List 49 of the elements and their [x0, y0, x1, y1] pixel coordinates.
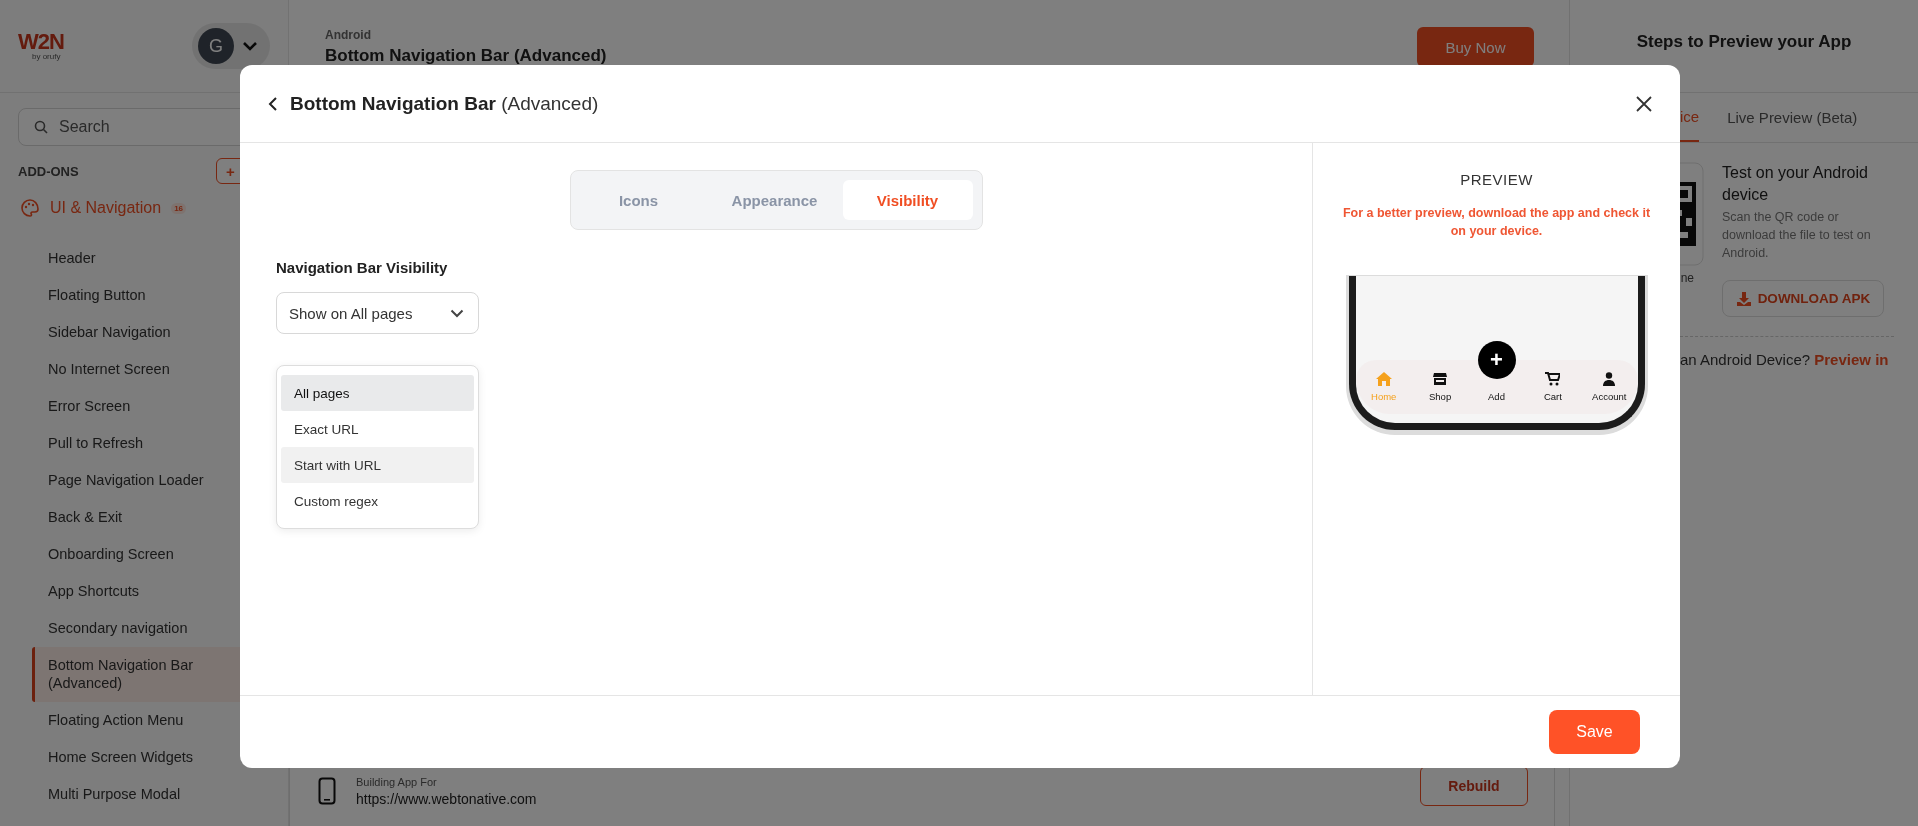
dropdown-option[interactable]: All pages — [281, 375, 474, 411]
cart-icon — [1545, 372, 1561, 386]
palette-icon — [20, 198, 40, 218]
field-label: Navigation Bar Visibility — [276, 259, 449, 276]
rebuild-button[interactable]: Rebuild — [1420, 766, 1528, 806]
phone-icon — [318, 777, 336, 805]
avatar: G — [198, 28, 234, 64]
panel-title: Steps to Preview your App — [1636, 32, 1852, 52]
qr-caption: ne — [1680, 271, 1694, 285]
count-badge: 16 — [171, 202, 187, 214]
nav-label[interactable]: Shop — [1429, 391, 1452, 402]
chevron-down-icon — [450, 308, 464, 318]
tab[interactable]: Icons — [570, 180, 707, 220]
close-icon[interactable] — [1636, 95, 1652, 112]
tab[interactable]: Appearance — [706, 180, 843, 220]
person-icon — [1603, 372, 1616, 386]
nav-label[interactable]: Cart — [1543, 391, 1562, 402]
group-label[interactable]: UI & Navigation — [50, 199, 162, 217]
nav-label[interactable]: Account — [1592, 391, 1627, 402]
nav-label[interactable]: Add — [1488, 391, 1505, 402]
store-icon — [1433, 372, 1448, 386]
download-icon — [1735, 290, 1752, 307]
back-icon[interactable] — [268, 96, 278, 111]
download-apk-button[interactable]: DOWNLOAD APK — [1722, 280, 1884, 317]
test-heading: Test on your Android device — [1722, 163, 1869, 205]
build-url: https://www.webtonative.com — [356, 790, 538, 807]
logo: W2N by orufy — [18, 31, 64, 61]
platform-label: Android — [325, 28, 372, 42]
build-label: Building App For — [356, 775, 438, 788]
add-button[interactable]: + — [1477, 341, 1516, 379]
dropdown-option[interactable]: Custom regex — [281, 483, 474, 519]
sidebar-item[interactable]: Multi Purpose Modal — [32, 776, 288, 813]
visibility-dropdown[interactable]: Show on All pages — [276, 292, 479, 334]
home-icon — [1375, 372, 1392, 386]
tab[interactable]: Visibility — [842, 180, 973, 220]
test-description: Scan the QR code or download the file to test on Android. — [1722, 209, 1872, 262]
tab[interactable]: Live Preview (Beta) — [1727, 93, 1858, 142]
dropdown-option[interactable]: Exact URL — [281, 411, 474, 447]
page-title: Bottom Navigation Bar (Advanced) — [325, 46, 607, 66]
save-button[interactable]: Save — [1549, 710, 1640, 754]
chevron-down-icon — [242, 41, 258, 51]
search-icon — [34, 120, 48, 134]
buy-now-button[interactable]: Buy Now — [1417, 27, 1534, 67]
section-heading: ADD-ONS — [18, 163, 79, 179]
dropdown-option[interactable]: Start with URL — [281, 447, 474, 483]
account-menu[interactable]: G — [192, 23, 270, 69]
preview-prompt: an Android Device? Preview in — [1680, 351, 1889, 368]
preview-note: For a better preview, download the app and check it on your device. — [1341, 205, 1652, 240]
preview-title: PREVIEW — [1460, 171, 1533, 188]
